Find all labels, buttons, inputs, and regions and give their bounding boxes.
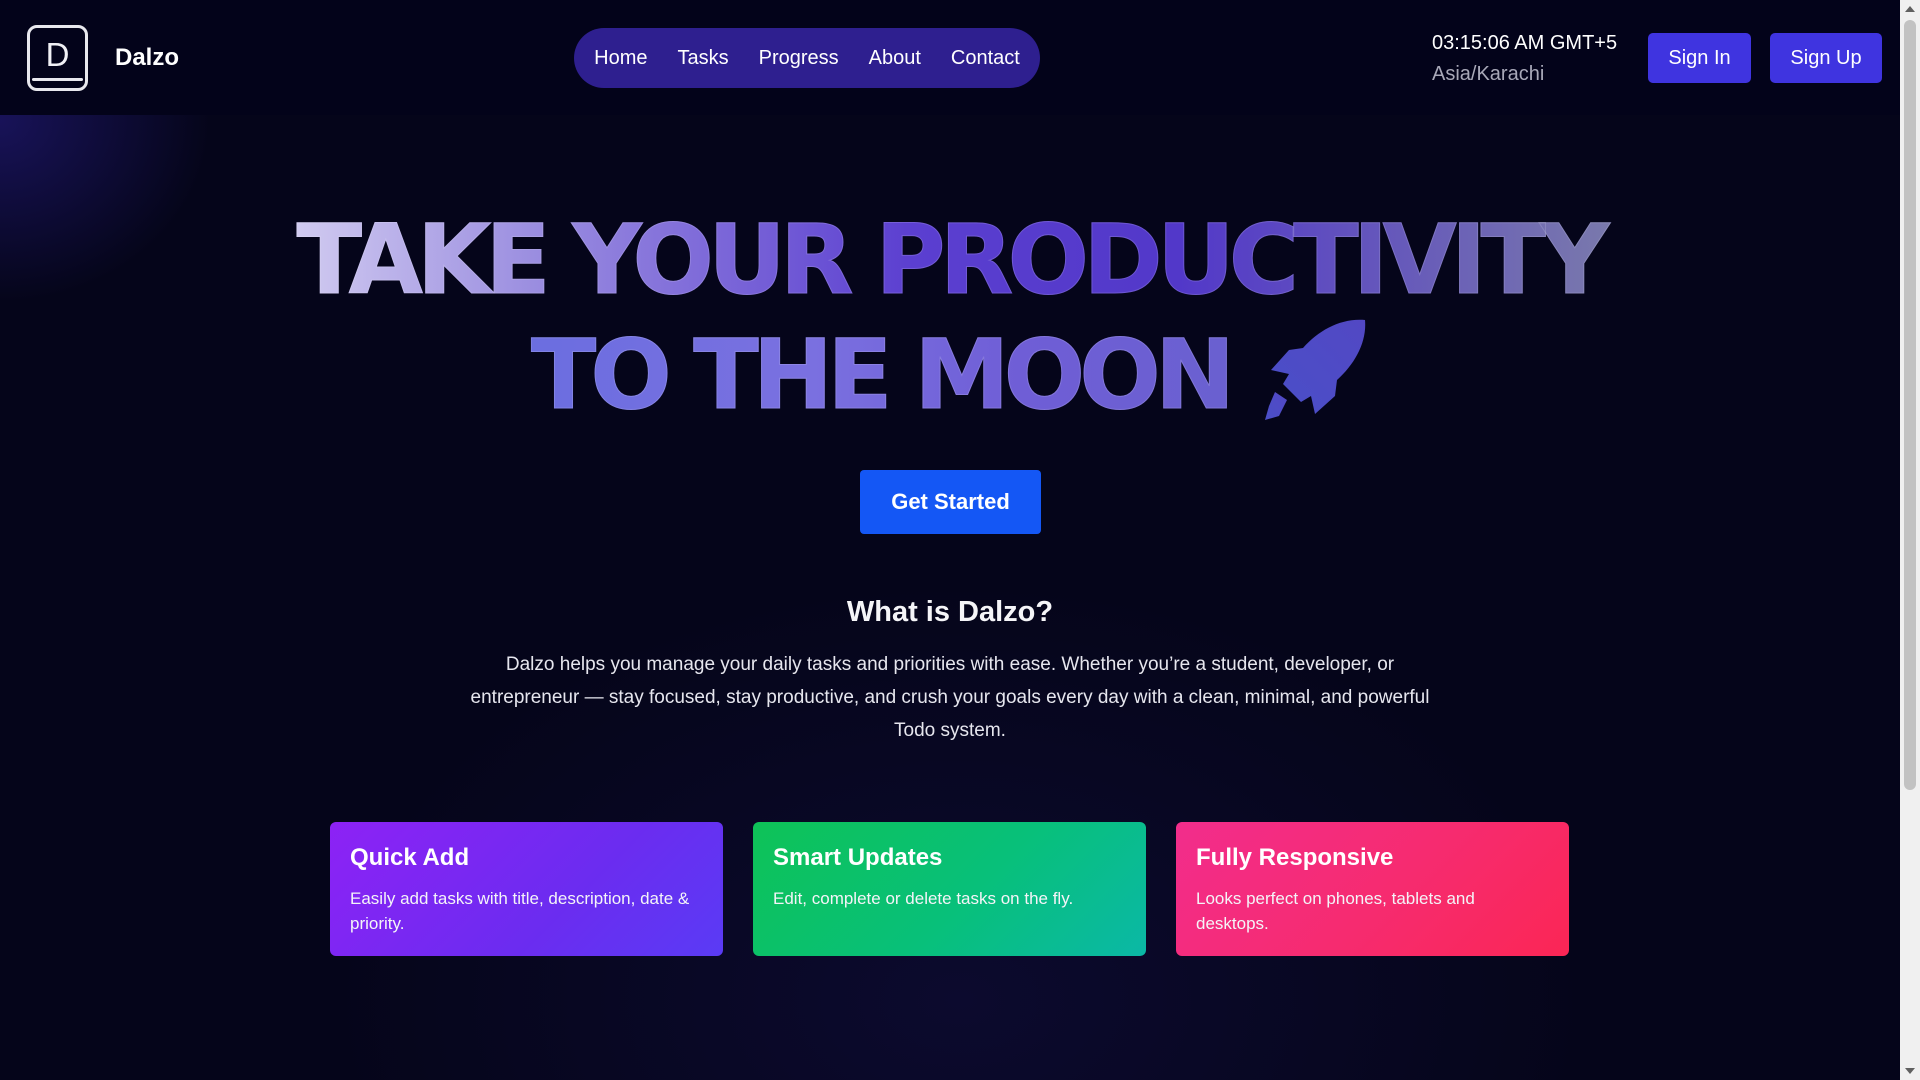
scroll-up-arrow-icon[interactable] [1905, 6, 1915, 12]
clock: 03:15:06 AM GMT+5 Asia/Karachi [1432, 32, 1617, 86]
logo-underline [32, 78, 83, 81]
clock-timezone: Asia/Karachi [1432, 63, 1545, 85]
scrollbar-thumb[interactable] [1904, 20, 1916, 790]
feature-card-title: Smart Updates [773, 844, 943, 871]
hero-headline-line-2: TO THE MOON [0, 319, 1900, 431]
feature-card-title: Quick Add [350, 844, 470, 871]
nav-about[interactable]: About [869, 47, 921, 70]
sign-in-button[interactable]: Sign In [1648, 33, 1751, 83]
feature-card-fully-responsive[interactable]: Fully Responsive Looks perfect on phones… [1176, 822, 1569, 956]
sign-up-button[interactable]: Sign Up [1770, 33, 1882, 83]
hero-headline-line-1: TAKE YOUR PRODUCTIVITY [0, 212, 1900, 309]
feature-card-description: Looks perfect on phones, tablets and des… [1196, 889, 1475, 933]
hero-headline-line-2-text: TO THE MOON [530, 319, 1235, 431]
feature-card-description: Edit, complete or delete tasks on the fl… [773, 889, 1074, 908]
about-title: What is Dalzo? [846, 596, 1054, 628]
nav-contact[interactable]: Contact [951, 47, 1020, 70]
nav-progress[interactable]: Progress [759, 47, 839, 70]
get-started-button[interactable]: Get Started [860, 470, 1041, 534]
scroll-down-arrow-icon[interactable] [1905, 1068, 1915, 1074]
logo[interactable]: D [27, 25, 88, 91]
feature-card-quick-add[interactable]: Quick Add Easily add tasks with title, d… [330, 822, 723, 956]
feature-card-description: Easily add tasks with title, description… [350, 889, 690, 933]
feature-card-smart-updates[interactable]: Smart Updates Edit, complete or delete t… [753, 822, 1146, 956]
site-header: D Dalzo Home Tasks Progress About Contac… [0, 0, 1900, 115]
brand-name[interactable]: Dalzo [115, 44, 179, 72]
logo-letter: D [45, 36, 70, 73]
page-scrollbar[interactable] [1900, 0, 1920, 1080]
main-nav: Home Tasks Progress About Contact [574, 28, 1040, 88]
clock-time: 03:15:06 AM GMT+5 [1432, 32, 1618, 54]
rocket-icon [1265, 319, 1366, 420]
about-text: Dalzo helps you manage your daily tasks … [470, 654, 1430, 741]
nav-tasks[interactable]: Tasks [678, 47, 729, 70]
nav-home[interactable]: Home [594, 47, 647, 70]
feature-card-title: Fully Responsive [1196, 844, 1394, 871]
